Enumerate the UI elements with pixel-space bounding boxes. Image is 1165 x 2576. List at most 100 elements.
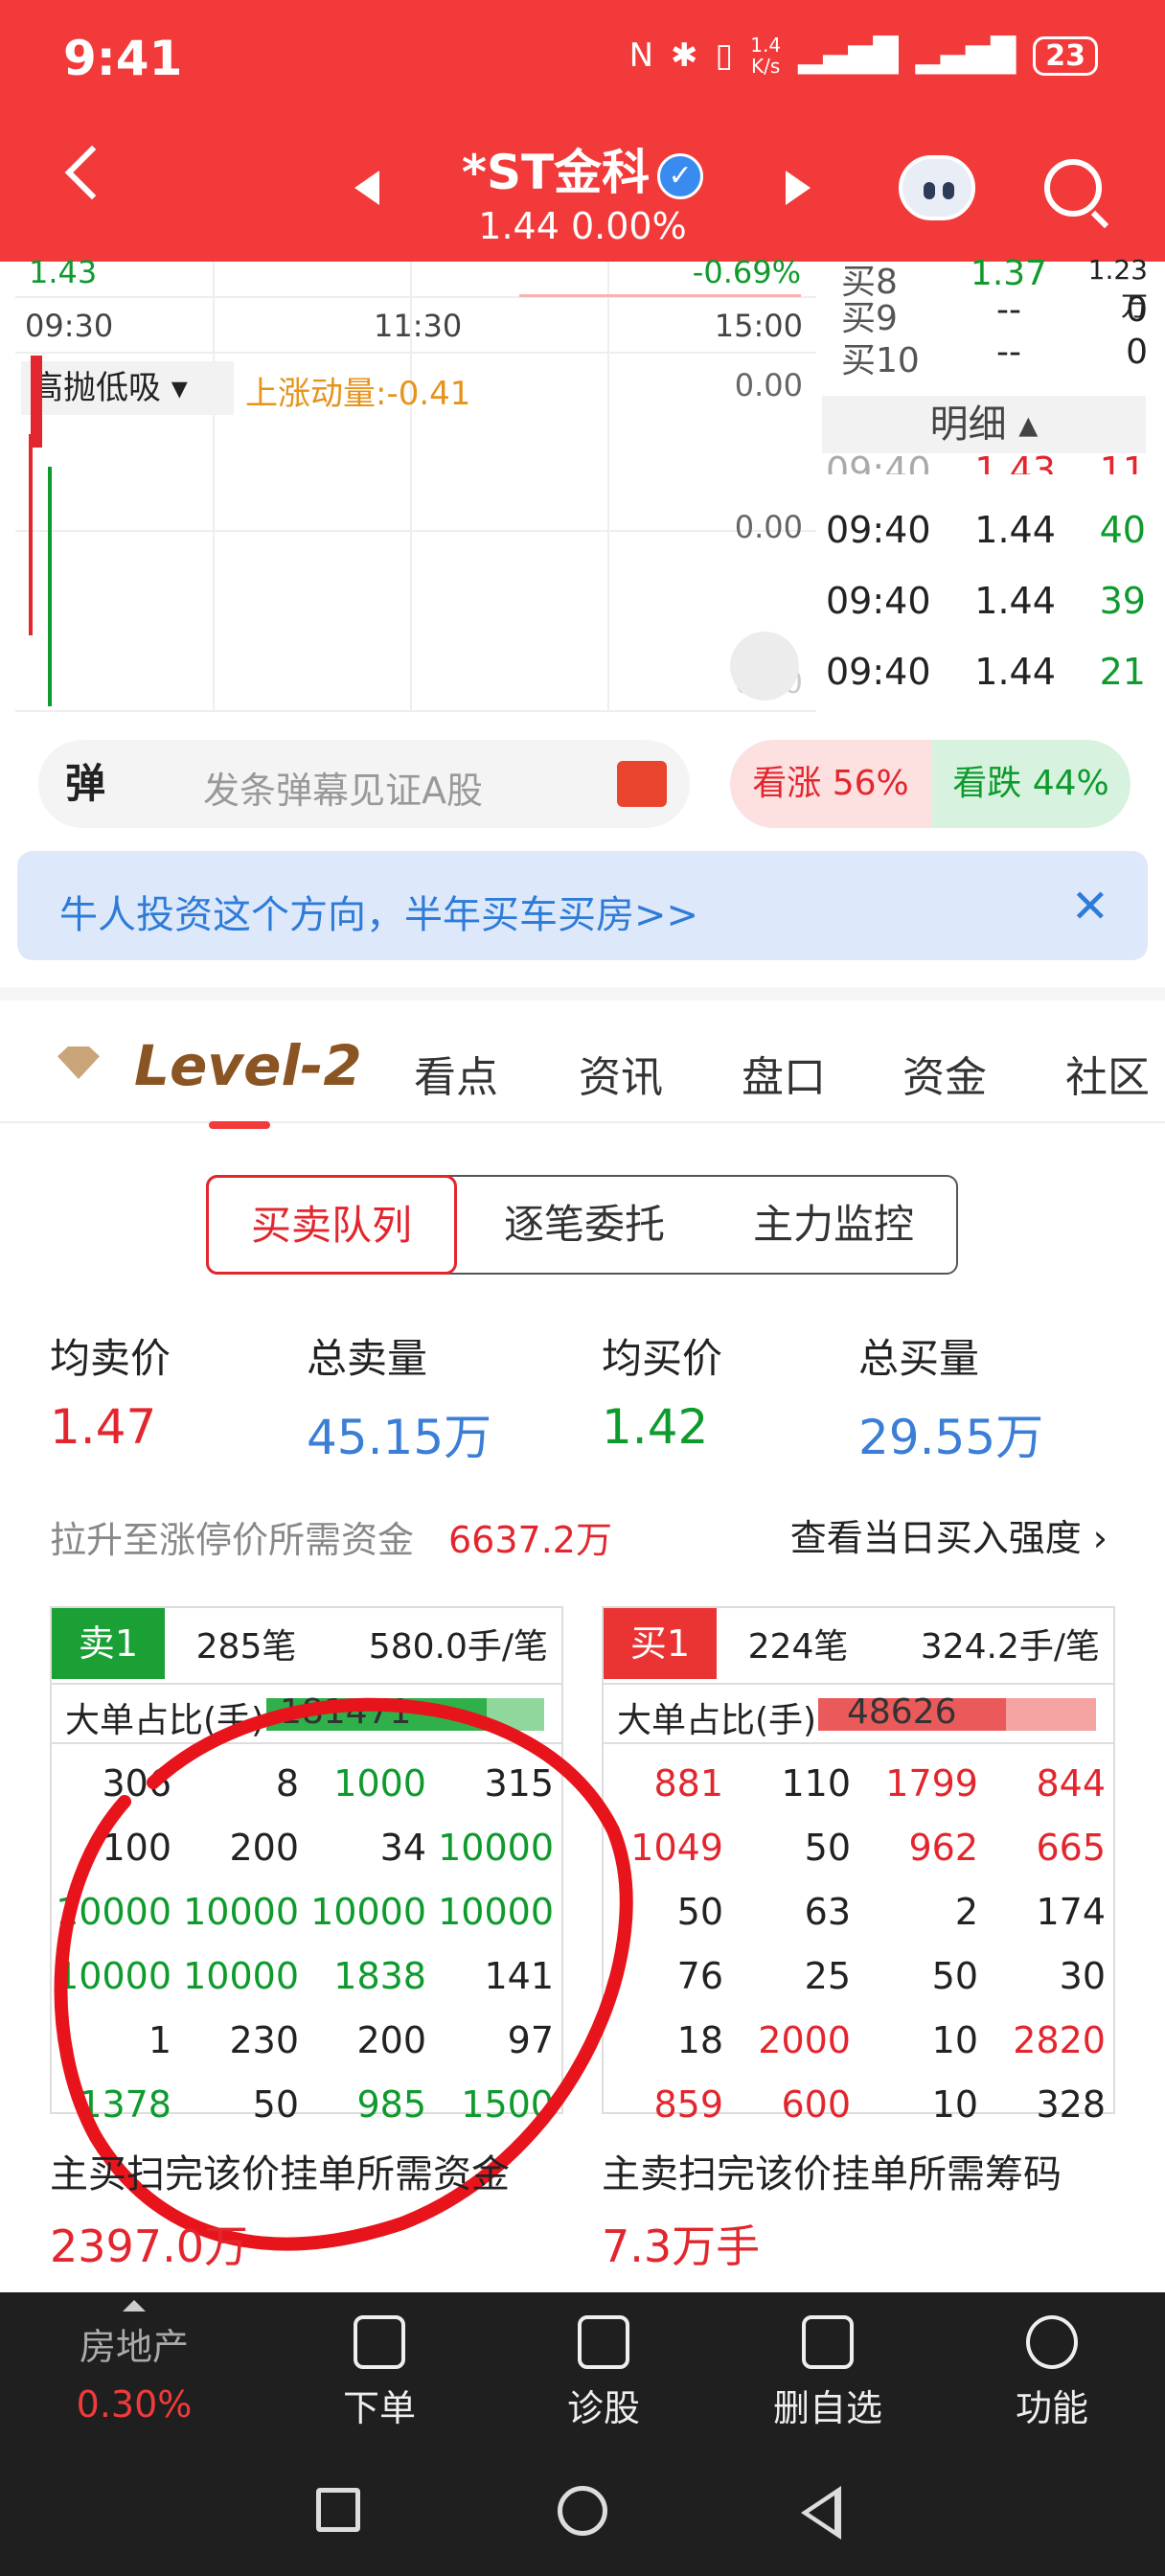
status-time: 9:41 (63, 31, 183, 86)
tab-level2[interactable]: Level-2 (134, 1033, 362, 1098)
barrage-placeholder: 发条弹幕见证A股 (203, 770, 483, 812)
sweep-sell-label: 主卖扫完该价挂单所需筹码 (602, 2152, 1062, 2196)
tab-quotes[interactable]: 盘口 (742, 1043, 826, 1104)
queue-row: 50 63 2 174 (676, 1891, 1106, 1933)
verified-icon: ✓ (657, 152, 704, 199)
diagnose-button[interactable]: 诊股 (508, 2315, 699, 2431)
next-stock-button[interactable] (786, 171, 811, 205)
chart-area: 1.43 -0.69% 09:30 11:30 15:00 高抛低吸 ▾ 上涨动… (0, 254, 1165, 722)
buy-ratio-value: 48626 (847, 1692, 957, 1732)
tab-highlights[interactable]: 看点 (414, 1043, 498, 1104)
total-sell-label: 总卖量 (307, 1335, 428, 1382)
sentiment-vote: 看涨 56% 看跌 44% (730, 740, 1131, 828)
total-buy-label: 总买量 (858, 1335, 980, 1382)
search-icon[interactable] (1044, 159, 1102, 217)
sweep-sell-value: 7.3万手 (602, 2220, 761, 2272)
stock-price-line: 1.44 0.00% (478, 205, 687, 247)
buy-avg-size: 324.2手/笔 (920, 1627, 1100, 1667)
sector-change: 0.30% (76, 2383, 193, 2426)
promo-banner[interactable]: 牛人投资这个方向，半年买车买房>> ✕ (17, 851, 1148, 960)
segment-monitor[interactable]: 主力监控 (710, 1177, 957, 1273)
detail-toggle[interactable]: 明细 ▴ (822, 396, 1146, 453)
avg-sell-value: 1.47 (50, 1399, 157, 1455)
sector-name: 房地产 (79, 2326, 189, 2368)
time-label: 15:00 (714, 308, 803, 344)
remove-watchlist-button[interactable]: 删自选 (732, 2315, 924, 2431)
indicator-bar (48, 467, 52, 706)
chart-change-pct: -0.69% (692, 254, 801, 290)
expand-up-icon (123, 2300, 146, 2312)
diagnose-icon (578, 2315, 629, 2369)
avg-buy-label: 均买价 (602, 1335, 723, 1382)
indicator-bar (29, 434, 33, 635)
recent-apps-icon[interactable] (316, 2488, 360, 2532)
queue-row: 881 110 1799 844 (653, 1762, 1106, 1805)
banner-text: 牛人投资这个方向，半年买车买房>> (59, 893, 699, 937)
fullscreen-icon[interactable] (730, 632, 799, 701)
queue-row: 18 2000 10 2820 (676, 2019, 1106, 2061)
order-book-panel: 买8 1.37 1.23万 买9 -- 0 买10 -- 0 明细 ▴ 09:4… (822, 254, 1148, 712)
stock-title: *ST金科 ✓ (0, 134, 1165, 203)
vote-up-button[interactable]: 看涨 56% (730, 740, 931, 828)
status-icons: N ✱ ▯ 1.4 K/s ▂▄▆█ ▂▄▆█ 23 (629, 34, 1098, 77)
nav-back-icon[interactable] (801, 2486, 841, 2540)
total-buy-value: 29.55万 (858, 1410, 1044, 1465)
time-label: 09:30 (25, 308, 114, 344)
chart-low-price: 1.43 (29, 254, 98, 290)
tab-community[interactable]: 社区 (1065, 1043, 1165, 1104)
remove-icon (802, 2315, 854, 2369)
sweep-buy-value: 2397.0万 (50, 2220, 248, 2272)
function-button[interactable]: 功能 (956, 2315, 1148, 2431)
system-nav-bar (0, 2444, 1165, 2576)
battery-indicator: 23 (1033, 35, 1098, 76)
menu-icon (1026, 2315, 1078, 2369)
close-icon[interactable]: ✕ (1071, 880, 1109, 933)
sector-button[interactable]: 房地产 0.30% (38, 2300, 230, 2426)
buy-queue-header: 买1 224笔 324.2手/笔 (604, 1608, 1113, 1679)
barrage-input[interactable]: 弹 发条弹幕见证A股 (38, 740, 690, 828)
active-tab-indicator (209, 1121, 270, 1129)
tick-row: 09:40 1.43 11 (826, 449, 1146, 474)
vote-down-button[interactable]: 看跌 44% (931, 740, 1131, 828)
tab-funds[interactable]: 资金 (902, 1043, 987, 1104)
indicator-value: 上涨动量:-0.41 (245, 375, 471, 413)
time-label: 11:30 (374, 308, 463, 344)
buy-queue[interactable]: 买1 224笔 324.2手/笔 大单占比(手) 48626 881 110 179… (602, 1606, 1115, 2126)
queue-row: 76 25 50 30 (676, 1955, 1106, 1997)
robot-assistant-icon[interactable] (899, 155, 975, 220)
intraday-chart[interactable]: 1.43 -0.69% 09:30 11:30 15:00 高抛低吸 ▾ 上涨动… (15, 254, 816, 712)
segment-orders[interactable]: 逐笔委托 (459, 1177, 710, 1273)
book-row: 买10 -- 0 (841, 333, 1148, 380)
queue-row: 859 600 10 328 (653, 2083, 1106, 2126)
tab-news[interactable]: 资讯 (579, 1043, 663, 1104)
signal2-icon: ▂▄▆█ (915, 36, 1017, 75)
tick-row: 09:40 1.44 39 (826, 580, 1146, 622)
buy-queue-rows: 881 110 1799 844 1049 50 962 665 50 63 2 174 76 25… (604, 1752, 1113, 2137)
axis-label: 0.00 (734, 367, 803, 403)
required-capital-label: 拉升至涨停价所需资金 (50, 1519, 415, 1561)
content-tabs: Level-2 看点 资讯 盘口 资金 社区 (0, 987, 1165, 1129)
queue-row: 1049 50 962 665 (630, 1827, 1106, 1869)
required-capital-value: 6637.2万 (448, 1519, 612, 1561)
segment-queue[interactable]: 买卖队列 (206, 1175, 457, 1275)
signal-icon: ▂▄▆█ (798, 36, 899, 75)
buy-strength-link[interactable]: 查看当日买入强度 › (790, 1508, 1108, 1561)
barrage-icon: 弹 (65, 760, 106, 807)
gift-icon[interactable] (617, 761, 667, 807)
indicator-select[interactable]: 高抛低吸 ▾ (21, 361, 234, 415)
order-icon (354, 2315, 405, 2369)
axis-label: 0.00 (734, 509, 803, 545)
diamond-icon (57, 1046, 100, 1079)
bluetooth-icon: ✱ (671, 36, 698, 75)
home-icon[interactable] (558, 2486, 607, 2536)
queue-segment-control: 买卖队列 逐笔委托 主力监控 (206, 1175, 958, 1275)
stock-name: *ST金科 (461, 145, 651, 200)
nfc-icon: N (628, 36, 654, 75)
total-sell-value: 45.15万 (307, 1410, 492, 1465)
buy-large-ratio: 大单占比(手) 48626 (604, 1683, 1113, 1744)
order-button[interactable]: 下单 (284, 2315, 475, 2431)
avg-buy-value: 1.42 (602, 1399, 709, 1455)
sweep-buy-label: 主买扫完该价挂单所需资金 (50, 2152, 510, 2196)
tick-row: 09:40 1.44 40 (826, 509, 1146, 551)
app-header: 9:41 N ✱ ▯ 1.4 K/s ▂▄▆█ ▂▄▆█ 23 *ST金科 ✓ 1… (0, 0, 1165, 262)
